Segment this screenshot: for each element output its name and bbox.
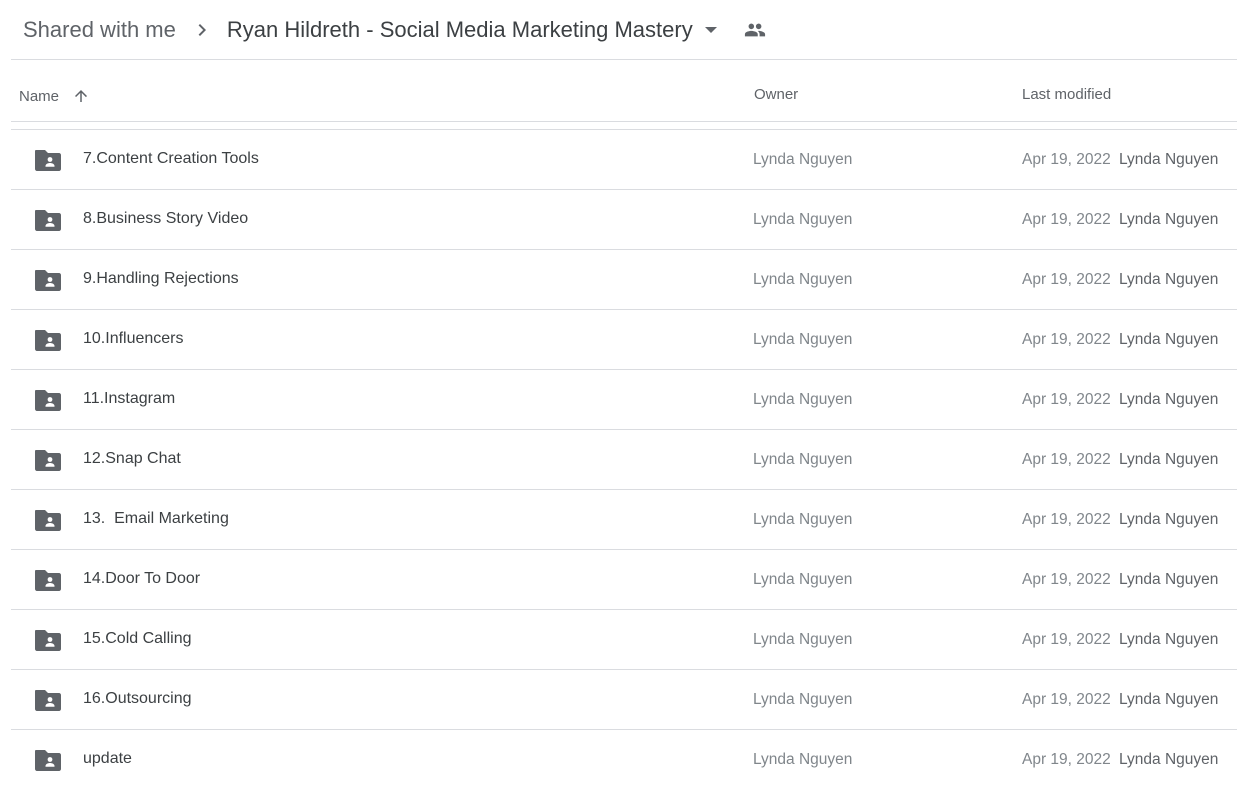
last-modified-by: Lynda Nguyen bbox=[1119, 391, 1219, 408]
shared-folder-icon bbox=[34, 748, 62, 772]
last-modified-by: Lynda Nguyen bbox=[1119, 211, 1219, 228]
last-modified-date: Apr 19, 2022 bbox=[1022, 691, 1111, 708]
last-modified-date: Apr 19, 2022 bbox=[1022, 631, 1111, 648]
shared-folder-icon bbox=[34, 628, 62, 652]
file-name: 8.Business Story Video bbox=[83, 210, 249, 227]
file-row[interactable]: 11.Instagram Lynda Nguyen Apr 19, 2022 Lynd… bbox=[11, 369, 1237, 429]
last-modified-date: Apr 19, 2022 bbox=[1022, 751, 1111, 768]
file-name: 11.Instagram bbox=[83, 390, 176, 407]
last-modified-date: Apr 19, 2022 bbox=[1022, 451, 1111, 468]
chevron-right-icon bbox=[190, 18, 214, 42]
file-row[interactable]: 15.Cold Calling Lynda Nguyen Apr 19, 2022 L… bbox=[11, 609, 1237, 669]
file-row[interactable]: 12.Snap Chat Lynda Nguyen Apr 19, 2022 Lynd… bbox=[11, 429, 1237, 489]
file-name: update bbox=[83, 750, 132, 767]
owner-name: Lynda Nguyen bbox=[753, 691, 853, 708]
shared-folder-icon bbox=[34, 388, 62, 412]
shared-folder-icon bbox=[34, 148, 62, 172]
owner-name: Lynda Nguyen bbox=[753, 451, 853, 468]
file-name: 16.Outsourcing bbox=[83, 690, 192, 707]
file-row[interactable]: 10.Influencers Lynda Nguyen Apr 19, 2022 Ly… bbox=[11, 309, 1237, 369]
owner-name: Lynda Nguyen bbox=[753, 631, 853, 648]
last-modified-date: Apr 19, 2022 bbox=[1022, 331, 1111, 348]
file-row[interactable]: 14.Door To Door Lynda Nguyen Apr 19, 2022 L… bbox=[11, 549, 1237, 609]
last-modified-date: Apr 19, 2022 bbox=[1022, 391, 1111, 408]
last-modified-by: Lynda Nguyen bbox=[1119, 451, 1219, 468]
last-modified-date: Apr 19, 2022 bbox=[1022, 211, 1111, 228]
owner-name: Lynda Nguyen bbox=[753, 391, 853, 408]
last-modified-by: Lynda Nguyen bbox=[1119, 571, 1219, 588]
file-row[interactable]: 8.Business Story Video Lynda Nguyen Apr 19… bbox=[11, 189, 1237, 249]
last-modified-date: Apr 19, 2022 bbox=[1022, 271, 1111, 288]
file-name: 9.Handling Rejections bbox=[83, 270, 239, 287]
last-modified-by: Lynda Nguyen bbox=[1119, 751, 1219, 768]
owner-name: Lynda Nguyen bbox=[753, 751, 853, 768]
column-header-owner[interactable]: Owner bbox=[754, 86, 798, 103]
column-header-row: Name Owner Last modified bbox=[11, 60, 1237, 122]
last-modified-date: Apr 19, 2022 bbox=[1022, 151, 1111, 168]
file-row[interactable]: 13. Email Marketing Lynda Nguyen Apr 19, 2… bbox=[11, 489, 1237, 549]
last-modified-by: Lynda Nguyen bbox=[1119, 691, 1219, 708]
column-header-name[interactable]: Name bbox=[19, 86, 91, 106]
owner-name: Lynda Nguyen bbox=[753, 511, 853, 528]
owner-name: Lynda Nguyen bbox=[753, 331, 853, 348]
owner-name: Lynda Nguyen bbox=[753, 211, 853, 228]
breadcrumb: Shared with me Ryan Hildreth - Social Me… bbox=[0, 0, 1237, 60]
arrow-up-sort-icon[interactable] bbox=[71, 86, 91, 106]
file-name: 14.Door To Door bbox=[83, 570, 201, 587]
last-modified-by: Lynda Nguyen bbox=[1119, 331, 1219, 348]
shared-folder-icon bbox=[34, 688, 62, 712]
file-name: 7.Content Creation Tools bbox=[83, 150, 259, 167]
last-modified-date: Apr 19, 2022 bbox=[1022, 511, 1111, 528]
shared-folder-icon bbox=[34, 508, 62, 532]
owner-name: Lynda Nguyen bbox=[753, 151, 853, 168]
file-name: 15.Cold Calling bbox=[83, 630, 192, 647]
shared-people-icon[interactable] bbox=[743, 18, 767, 42]
file-row[interactable]: 7.Content Creation Tools Lynda Nguyen Apr … bbox=[11, 129, 1237, 189]
last-modified-by: Lynda Nguyen bbox=[1119, 511, 1219, 528]
file-name: 12.Snap Chat bbox=[83, 450, 181, 467]
last-modified-by: Lynda Nguyen bbox=[1119, 151, 1219, 168]
last-modified-date: Apr 19, 2022 bbox=[1022, 571, 1111, 588]
file-row[interactable]: 16.Outsourcing Lynda Nguyen Apr 19, 2022 Ly… bbox=[11, 669, 1237, 729]
shared-folder-icon bbox=[34, 568, 62, 592]
owner-name: Lynda Nguyen bbox=[753, 271, 853, 288]
shared-folder-icon bbox=[34, 208, 62, 232]
current-folder-title: Ryan Hildreth - Social Media Marketing M… bbox=[226, 17, 693, 42]
file-name: 10.Influencers bbox=[83, 330, 184, 347]
column-name-label: Name bbox=[19, 87, 60, 105]
file-list: 7.Content Creation Tools Lynda Nguyen Apr … bbox=[11, 129, 1237, 789]
last-modified-by: Lynda Nguyen bbox=[1119, 271, 1219, 288]
shared-folder-icon bbox=[34, 328, 62, 352]
shared-folder-icon bbox=[34, 448, 62, 472]
column-header-last-modified[interactable]: Last modified bbox=[1022, 86, 1111, 103]
breadcrumb-current-folder[interactable]: Ryan Hildreth - Social Media Marketing M… bbox=[227, 17, 719, 43]
owner-name: Lynda Nguyen bbox=[753, 571, 853, 588]
shared-folder-icon bbox=[34, 268, 62, 292]
file-row[interactable]: 9.Handling Rejections Lynda Nguyen Apr 19,… bbox=[11, 249, 1237, 309]
caret-down-icon[interactable] bbox=[703, 22, 719, 38]
file-name: 13. Email Marketing bbox=[83, 510, 229, 527]
last-modified-by: Lynda Nguyen bbox=[1119, 631, 1219, 648]
breadcrumb-shared-with-me[interactable]: Shared with me bbox=[23, 17, 176, 43]
file-row[interactable]: update Lynda Nguyen Apr 19, 2022 Lynda Nguy… bbox=[11, 729, 1237, 789]
